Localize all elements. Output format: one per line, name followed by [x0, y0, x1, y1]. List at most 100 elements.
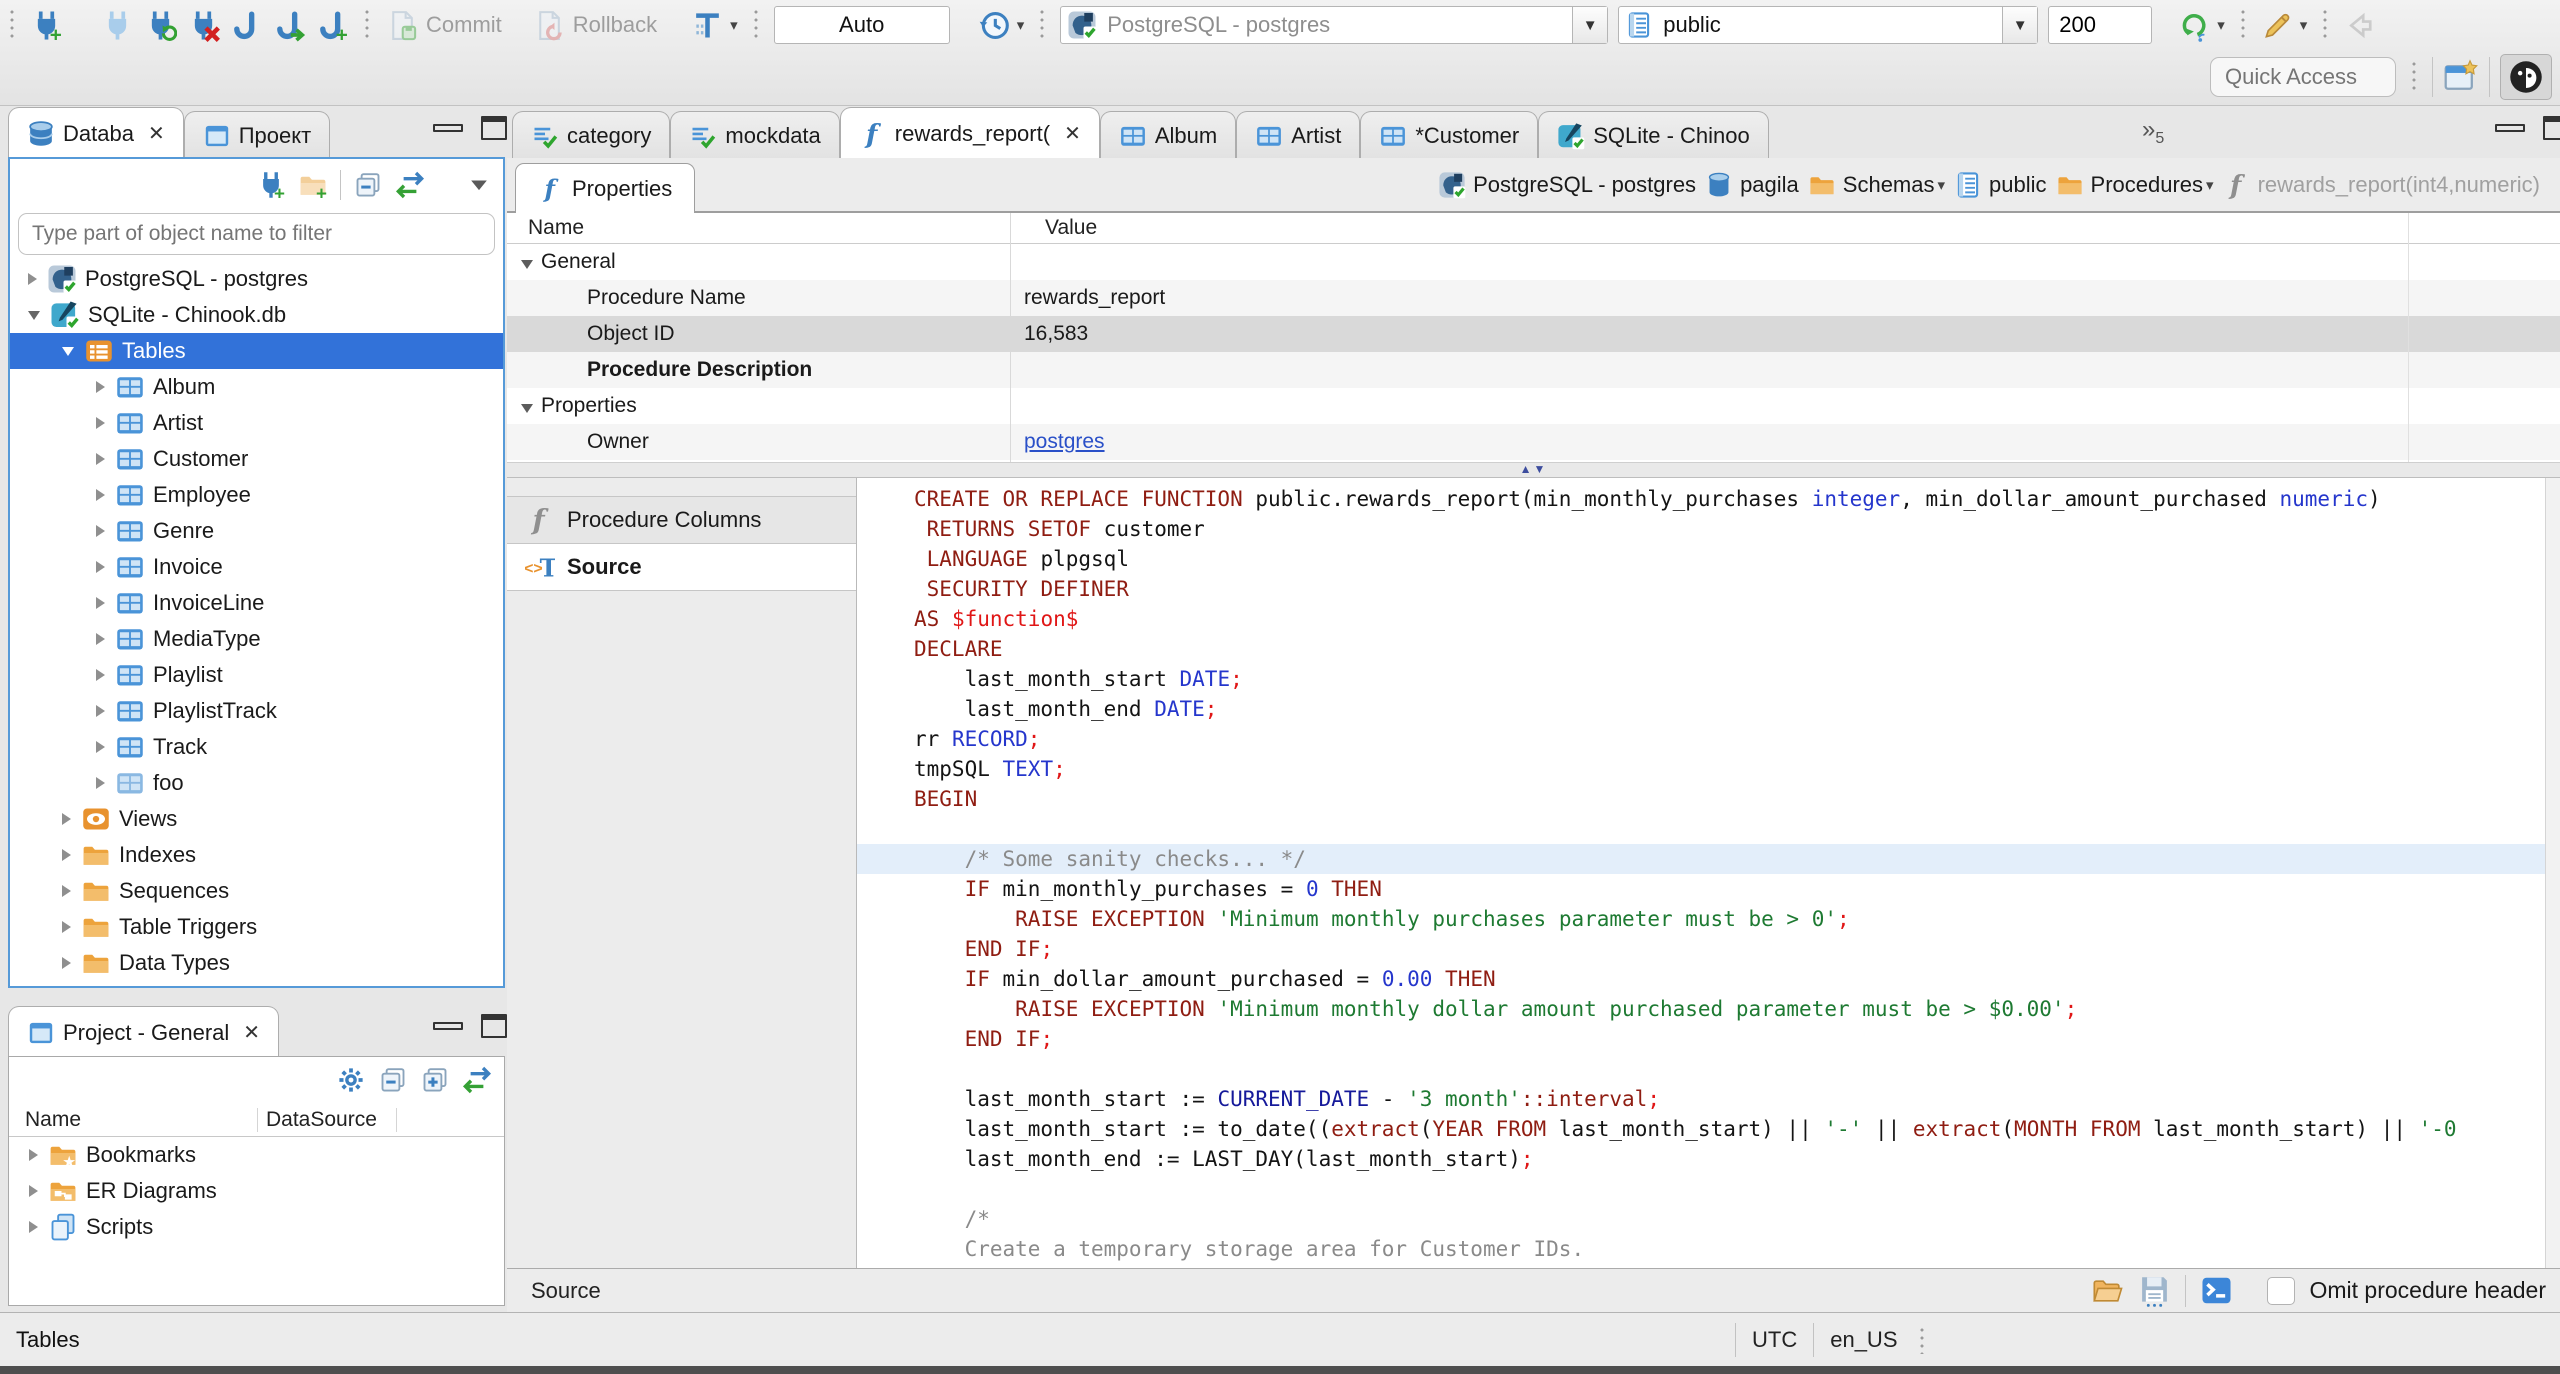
chevron-right-icon[interactable] [96, 705, 105, 717]
close-icon[interactable]: ✕ [243, 1020, 260, 1045]
timezone-indicator[interactable]: UTC [1736, 1327, 1813, 1353]
property-row-procedure-description[interactable]: Procedure Description [507, 352, 2560, 388]
link-with-editor-icon[interactable] [395, 170, 425, 200]
code-line[interactable]: rr RECORD; [914, 724, 2457, 754]
chevron-right-icon[interactable] [62, 885, 71, 897]
rollback-icon[interactable] [532, 9, 565, 42]
disconnect-icon[interactable] [187, 9, 220, 42]
tree-item-album[interactable]: Album [10, 369, 503, 405]
code-line[interactable]: last_month_start := to_date((extract(YEA… [914, 1114, 2457, 1144]
auto-commit-combo[interactable]: Auto [773, 6, 950, 44]
quick-access-input[interactable] [2210, 57, 2396, 97]
column-datasource[interactable]: DataSource [258, 1107, 397, 1132]
refresh-dropdown[interactable]: ▾ [2217, 16, 2225, 34]
code-line-highlighted[interactable]: /* Some sanity checks... */ [857, 844, 2545, 874]
project-item-er-diagrams[interactable]: ER Diagrams [9, 1173, 504, 1209]
chevron-down-icon[interactable]: ▾ [2206, 176, 2214, 194]
rollback-button[interactable]: Rollback [573, 12, 657, 38]
panel-tab-проект[interactable]: Проект [183, 111, 331, 159]
code-line[interactable]: RETURNS SETOF customer [914, 514, 2457, 544]
chevron-right-icon[interactable] [96, 777, 105, 789]
connection-combo-arrow[interactable]: ▼ [1572, 7, 1608, 43]
code-line[interactable] [914, 814, 2457, 844]
editor-scrollbar[interactable] [2545, 478, 2560, 1268]
chevron-right-icon[interactable] [29, 1221, 38, 1233]
fetch-size-input[interactable] [2048, 6, 2153, 44]
breadcrumb-item[interactable]: f rewards_report(int4,numeric) [2223, 169, 2540, 200]
code-line[interactable]: LANGUAGE plpgsql [914, 544, 2457, 574]
minimize-icon[interactable] [2495, 124, 2525, 132]
new-folder-icon[interactable]: + [298, 170, 328, 204]
code-line[interactable]: last_month_start DATE; [914, 664, 2457, 694]
query-history-dropdown[interactable]: ▾ [1017, 16, 1025, 34]
chevron-right-icon[interactable] [96, 561, 105, 573]
code-line[interactable]: Create a temporary storage area for Cust… [914, 1234, 2457, 1264]
editor-tab-artist[interactable]: Artist [1236, 111, 1361, 159]
tree-item-playlisttrack[interactable]: PlaylistTrack [10, 693, 503, 729]
chevron-right-icon[interactable] [96, 525, 105, 537]
editor-tab-sqlite-chinoo[interactable]: SQLite - Chinoo [1538, 111, 1769, 159]
tree-item-foo[interactable]: foo [10, 765, 503, 801]
tree-item-artist[interactable]: Artist [10, 405, 503, 441]
tree-item-mediatype[interactable]: MediaType [10, 621, 503, 657]
code-line[interactable] [914, 1054, 2457, 1084]
tree-item-invoiceline[interactable]: InvoiceLine [10, 585, 503, 621]
chevron-right-icon[interactable] [29, 1185, 38, 1197]
code-line[interactable] [914, 1174, 2457, 1204]
column-name[interactable]: Name [9, 1107, 258, 1132]
subtab-source[interactable]: <>T Source [507, 544, 856, 591]
code-line[interactable]: IF min_dollar_amount_purchased = 0.00 TH… [914, 964, 2457, 994]
editor-tab-album[interactable]: Album [1099, 111, 1237, 159]
tree-item-indexes[interactable]: Indexes [10, 837, 503, 873]
tree-item-track[interactable]: Track [10, 729, 503, 765]
chevron-right-icon[interactable] [62, 921, 71, 933]
project-item-scripts[interactable]: Scripts [9, 1209, 504, 1245]
code-line[interactable]: last_month_end DATE; [914, 694, 2457, 724]
chevron-right-icon[interactable] [62, 957, 71, 969]
source-editor[interactable]: CREATE OR REPLACE FUNCTION public.reward… [857, 478, 2545, 1268]
commit-button[interactable]: Commit [426, 12, 502, 38]
code-line[interactable]: /* [914, 1204, 2457, 1234]
code-line[interactable]: IF min_monthly_purchases = 0 THEN [914, 874, 2457, 904]
editor-tab-category[interactable]: category [512, 111, 671, 159]
chevron-right-icon[interactable] [96, 741, 105, 753]
dbeaver-perspective-button[interactable] [2500, 54, 2552, 100]
pane-splitter[interactable]: ▲▼ [507, 462, 2560, 478]
tab-overflow-chevron[interactable]: »5 [2142, 116, 2164, 148]
refresh-icon[interactable] [2178, 9, 2211, 42]
chevron-right-icon[interactable] [96, 489, 105, 501]
breadcrumb-item[interactable]: pagila [1705, 171, 1799, 199]
connection-combo[interactable]: PostgreSQL - postgres ▼ [1060, 6, 1609, 44]
magic-wand-icon[interactable] [2261, 9, 2294, 42]
tree-item-playlist[interactable]: Playlist [10, 657, 503, 693]
transaction-mode-dropdown[interactable]: ▾ [730, 16, 738, 34]
code-line[interactable]: last_month_end := LAST_DAY(last_month_st… [914, 1144, 2457, 1174]
close-icon[interactable]: ✕ [1064, 121, 1081, 146]
chevron-down-icon[interactable]: ▾ [1938, 176, 1946, 194]
expand-all-icon[interactable] [420, 1065, 450, 1095]
code-line[interactable]: last_month_start := CURRENT_DATE - '3 mo… [914, 1084, 2457, 1114]
query-history-icon[interactable] [978, 9, 1011, 42]
chevron-right-icon[interactable] [96, 633, 105, 645]
property-value[interactable]: postgres [1024, 430, 1105, 453]
tree-item-customer[interactable]: Customer [10, 441, 503, 477]
omit-procedure-header-checkbox[interactable] [2267, 1276, 2296, 1305]
commit-icon[interactable] [385, 9, 418, 42]
grid-name-header[interactable]: Name [507, 216, 1031, 240]
reconnect-icon[interactable] [144, 9, 178, 42]
tree-item-genre[interactable]: Genre [10, 513, 503, 549]
new-sql-editor-icon[interactable]: + [316, 9, 349, 46]
link-with-editor-icon[interactable] [462, 1065, 492, 1095]
code-line[interactable]: END IF; [914, 1024, 2457, 1054]
chevron-right-icon[interactable] [62, 813, 71, 825]
schema-combo[interactable]: public ▼ [1618, 6, 2039, 44]
magic-wand-dropdown[interactable]: ▾ [2300, 16, 2308, 34]
tree-item-data-types[interactable]: Data Types [10, 945, 503, 981]
maximize-icon[interactable] [2543, 116, 2560, 140]
settings-gear-icon[interactable] [336, 1065, 366, 1095]
tree-item-sqlite-chinook-db[interactable]: SQLite - Chinook.db [10, 297, 503, 333]
locale-indicator[interactable]: en_US [1814, 1327, 1913, 1353]
tree-item-views[interactable]: Views [10, 801, 503, 837]
tree-item-invoice[interactable]: Invoice [10, 549, 503, 585]
omit-procedure-header-label[interactable]: Omit procedure header [2309, 1277, 2546, 1304]
